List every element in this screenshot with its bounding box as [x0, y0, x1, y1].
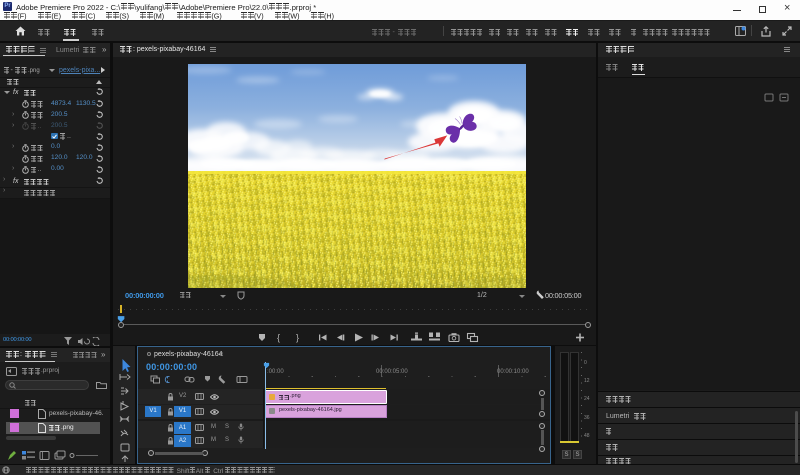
svg-text:}: } — [296, 333, 299, 343]
svg-text:{: { — [277, 333, 280, 343]
